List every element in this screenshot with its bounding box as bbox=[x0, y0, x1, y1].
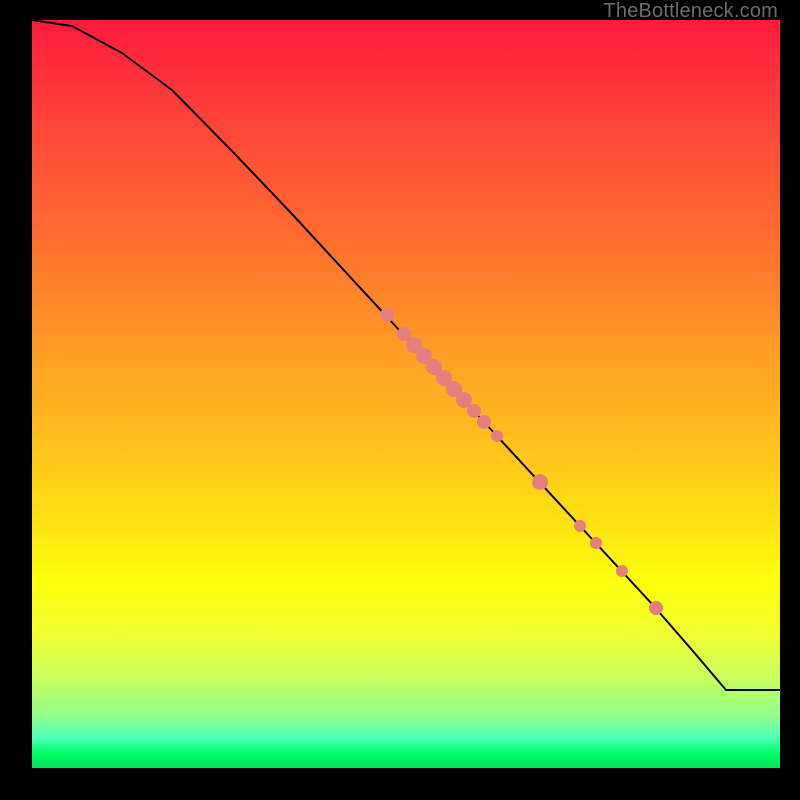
curve-dot bbox=[477, 415, 491, 429]
bottleneck-curve bbox=[32, 20, 780, 690]
chart-overlay-svg bbox=[32, 20, 780, 768]
curve-dot bbox=[616, 565, 628, 577]
curve-dot bbox=[380, 308, 394, 322]
plot-area bbox=[32, 20, 780, 768]
curve-dot bbox=[491, 430, 503, 442]
curve-dot bbox=[532, 474, 548, 490]
curve-dot bbox=[649, 601, 663, 615]
curve-dot bbox=[574, 520, 586, 532]
chart-frame: TheBottleneck.com bbox=[0, 0, 800, 800]
curve-dot bbox=[467, 404, 481, 418]
curve-dot bbox=[590, 537, 602, 549]
